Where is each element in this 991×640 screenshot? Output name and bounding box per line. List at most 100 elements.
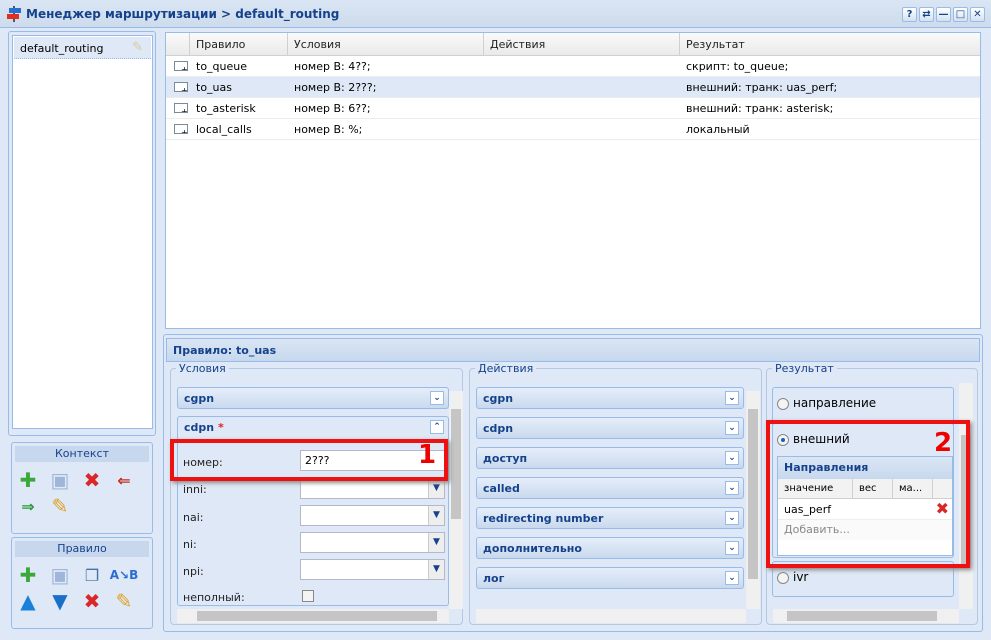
close-button[interactable]: ✕ xyxy=(970,7,985,22)
action-section[interactable]: redirecting number ⌄ xyxy=(476,507,744,529)
conditions-legend: Условия xyxy=(176,362,229,375)
expand-row-icon[interactable]: + xyxy=(174,61,188,71)
nai-select[interactable]: ▼ xyxy=(300,505,445,526)
conditions-hscrollbar[interactable] xyxy=(177,609,449,623)
delete-icon[interactable]: ✖ xyxy=(80,589,104,613)
cell-rule: to_asterisk xyxy=(196,102,256,115)
rule-toolbar: Правило ✚ ▣ ❐ A↘B ▲ ▼ ✖ ✎ xyxy=(11,537,153,629)
conditions-vscrollbar[interactable] xyxy=(449,391,463,609)
ni-select[interactable]: ▼ xyxy=(300,532,445,553)
actions-hscrollbar[interactable] xyxy=(476,609,746,623)
import-icon[interactable]: ⇐ xyxy=(112,468,136,492)
collapse-icon[interactable]: ⌃ xyxy=(430,420,444,434)
cell-result: локальный xyxy=(686,123,750,136)
column-header-rule[interactable]: Правило xyxy=(190,33,288,55)
context-toolbar: Контекст ✚ ▣ ✖ ⇐ ⇒ ✎ xyxy=(11,442,153,534)
action-section[interactable]: cdpn ⌄ xyxy=(476,417,744,439)
chevron-down-icon[interactable]: ▼ xyxy=(428,479,444,498)
expand-icon[interactable]: ⌄ xyxy=(725,481,739,495)
action-section[interactable]: лог ⌄ xyxy=(476,567,744,589)
expand-icon[interactable]: ⌄ xyxy=(725,511,739,525)
move-down-icon[interactable]: ▼ xyxy=(48,589,72,613)
cell-conditions: номер B: 4??; xyxy=(294,60,371,73)
expand-icon[interactable]: ⌄ xyxy=(725,451,739,465)
radio-label: ivr xyxy=(793,570,809,584)
grid-header: Правило Условия Действия Результат xyxy=(166,33,980,56)
edit-pencil-icon[interactable]: ✎ xyxy=(132,40,143,55)
expand-row-icon[interactable]: + xyxy=(174,124,188,134)
maximize-button[interactable]: □ xyxy=(953,7,968,22)
table-row[interactable]: + to_uas номер B: 2???; внешний: транк: … xyxy=(166,77,980,98)
section-cgpn[interactable]: cgpn ⌄ xyxy=(177,387,449,409)
export-icon[interactable]: ⇒ xyxy=(16,494,40,518)
cell-result: внешний: транк: asterisk; xyxy=(686,102,834,115)
help-button[interactable]: ? xyxy=(902,7,917,22)
incomplete-label: неполный: xyxy=(183,591,245,604)
save-icon[interactable]: ▣ xyxy=(48,563,72,587)
action-section[interactable]: доступ ⌄ xyxy=(476,447,744,469)
cell-actions xyxy=(484,77,680,97)
edit-icon[interactable]: ✎ xyxy=(112,589,136,613)
npi-select[interactable]: ▼ xyxy=(300,559,445,580)
radio-ivr[interactable] xyxy=(777,571,789,584)
context-item[interactable]: default_routing ✎ xyxy=(14,37,151,59)
cell-conditions: номер B: %; xyxy=(294,123,363,136)
annotation-number-2: 2 xyxy=(934,428,953,458)
chevron-down-icon[interactable]: ▼ xyxy=(428,560,444,579)
actions-legend: Действия xyxy=(475,362,537,375)
column-header-conditions[interactable]: Условия xyxy=(288,33,484,55)
incomplete-checkbox[interactable] xyxy=(302,590,314,602)
cell-actions xyxy=(484,98,680,118)
copy-icon[interactable]: ❐ xyxy=(80,563,104,587)
inni-label: inni: xyxy=(183,483,207,496)
cell-result: скрипт: to_queue; xyxy=(686,60,789,73)
result-hscrollbar[interactable] xyxy=(773,609,959,623)
nai-label: nai: xyxy=(183,511,204,524)
delete-icon[interactable]: ✖ xyxy=(80,468,104,492)
edit-icon[interactable]: ✎ xyxy=(48,494,72,518)
chevron-down-icon[interactable]: ▼ xyxy=(428,506,444,525)
actions-fieldset: Действия cgpn ⌄ cdpn ⌄ доступ ⌄ called ⌄ redirec… xyxy=(469,362,762,625)
table-row[interactable]: + to_queue номер B: 4??; скрипт: to_queu… xyxy=(166,56,980,77)
annotation-box-1 xyxy=(170,439,448,481)
cell-actions xyxy=(484,56,680,76)
npi-label: npi: xyxy=(183,565,204,578)
move-up-icon[interactable]: ▲ xyxy=(16,589,40,613)
action-section[interactable]: called ⌄ xyxy=(476,477,744,499)
add-icon[interactable]: ✚ xyxy=(16,468,40,492)
expand-icon[interactable]: ⌄ xyxy=(725,541,739,555)
refresh-button[interactable]: ⇄ xyxy=(919,7,934,22)
table-row[interactable]: + to_asterisk номер B: 6??; внешний: тра… xyxy=(166,98,980,119)
chevron-down-icon[interactable]: ▼ xyxy=(428,533,444,552)
minimize-button[interactable]: — xyxy=(936,7,951,22)
expand-row-icon[interactable]: + xyxy=(174,103,188,113)
action-section[interactable]: дополнительно ⌄ xyxy=(476,537,744,559)
ni-label: ni: xyxy=(183,538,197,551)
annotation-number-1: 1 xyxy=(418,440,437,470)
expand-icon[interactable]: ⌄ xyxy=(725,571,739,585)
inni-select[interactable]: ▼ xyxy=(300,478,445,499)
section-label: дополнительно xyxy=(483,542,582,555)
rule-toolbar-title: Правило xyxy=(15,541,149,557)
action-section[interactable]: cgpn ⌄ xyxy=(476,387,744,409)
add-icon[interactable]: ✚ xyxy=(16,563,40,587)
table-row[interactable]: + local_calls номер B: %; локальный xyxy=(166,119,980,140)
cell-conditions: номер B: 2???; xyxy=(294,81,377,94)
column-header-actions[interactable]: Действия xyxy=(484,33,680,55)
expand-icon[interactable]: ⌄ xyxy=(725,421,739,435)
radio-label: направление xyxy=(793,396,877,410)
cell-actions xyxy=(484,119,680,139)
expand-row-icon[interactable]: + xyxy=(174,82,188,92)
rename-icon[interactable]: A↘B xyxy=(110,563,139,587)
expand-icon[interactable]: ⌄ xyxy=(725,391,739,405)
radio-direction[interactable] xyxy=(777,397,789,410)
column-header-result[interactable]: Результат xyxy=(680,33,980,55)
save-icon[interactable]: ▣ xyxy=(48,468,72,492)
context-item-label: default_routing xyxy=(20,42,104,55)
section-label: cdpn xyxy=(483,422,514,435)
expand-icon[interactable]: ⌄ xyxy=(430,391,444,405)
section-label: лог xyxy=(483,572,505,585)
cell-rule: to_uas xyxy=(196,81,232,94)
window-titlebar: Менеджер маршрутизации > default_routing… xyxy=(0,0,991,28)
actions-vscrollbar[interactable] xyxy=(746,391,760,609)
